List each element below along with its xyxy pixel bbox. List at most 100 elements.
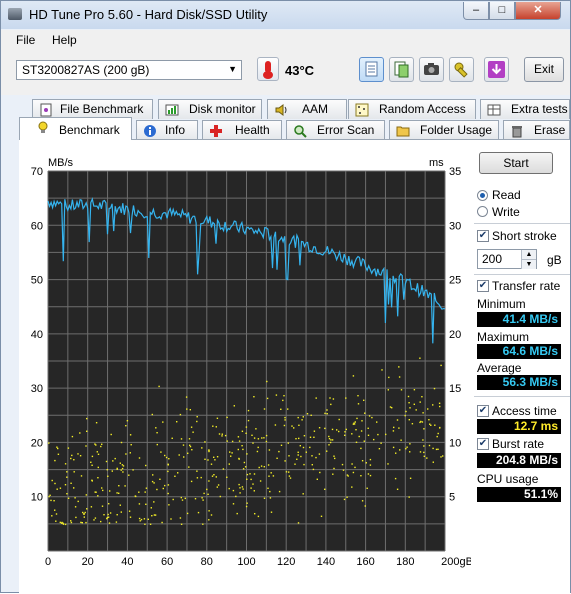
access-time-point bbox=[428, 419, 430, 421]
short-stroke-spinner[interactable]: 200 ▲ ▼ bbox=[477, 249, 537, 269]
write-radio[interactable] bbox=[477, 206, 488, 217]
x-tick-label: 120 bbox=[277, 556, 295, 568]
access-time-point bbox=[242, 448, 244, 451]
y-right-tick-label: 10 bbox=[449, 437, 461, 449]
maximum-value: 64.6 MB/s bbox=[477, 344, 561, 359]
access-time-point bbox=[151, 515, 153, 517]
access-time-point bbox=[361, 500, 364, 502]
access-time-point bbox=[186, 512, 189, 515]
access-time-point bbox=[293, 427, 295, 429]
access-time-point bbox=[274, 424, 277, 426]
minimum-value: 41.4 MB/s bbox=[477, 312, 561, 327]
access-time-point bbox=[132, 469, 134, 471]
access-time-point bbox=[206, 488, 208, 491]
access-time-point bbox=[351, 463, 353, 465]
access-time-point bbox=[355, 429, 357, 431]
cpu-usage-value: 51.1% bbox=[477, 487, 561, 502]
access-time-point bbox=[423, 445, 425, 447]
access-time-point bbox=[352, 375, 355, 377]
access-time-point bbox=[316, 478, 318, 480]
access-time-checkbox[interactable]: ✔ bbox=[477, 405, 489, 417]
access-time-point bbox=[106, 517, 108, 520]
access-time-point bbox=[275, 394, 278, 396]
access-time-point bbox=[297, 416, 299, 419]
short-stroke-checkbox[interactable]: ✔ bbox=[477, 230, 489, 242]
access-time-point bbox=[437, 432, 439, 435]
save-button[interactable] bbox=[484, 57, 509, 82]
table-icon bbox=[487, 104, 501, 116]
start-button[interactable]: Start bbox=[479, 152, 553, 174]
access-time-point bbox=[388, 376, 390, 379]
access-time-point bbox=[67, 497, 70, 499]
access-time-point bbox=[103, 514, 105, 516]
transfer-rate-checkbox[interactable]: ✔ bbox=[477, 280, 489, 292]
access-time-point bbox=[108, 503, 110, 505]
access-time-point bbox=[385, 433, 387, 436]
access-time-point bbox=[207, 493, 209, 495]
access-time-point bbox=[245, 426, 248, 428]
read-radio[interactable] bbox=[477, 190, 488, 201]
tab-benchmark[interactable]: Benchmark bbox=[19, 117, 132, 140]
maximize-button[interactable]: □ bbox=[489, 2, 515, 20]
access-time-point bbox=[239, 487, 241, 489]
access-time-point bbox=[433, 387, 436, 390]
access-time-point bbox=[297, 451, 299, 453]
access-time-point bbox=[267, 487, 269, 489]
tab-erase[interactable]: Erase bbox=[503, 120, 570, 140]
access-time-point bbox=[201, 497, 203, 499]
access-time-point bbox=[180, 496, 182, 499]
transfer-rate-label: Transfer rate bbox=[492, 279, 561, 293]
access-time-point bbox=[427, 408, 429, 410]
access-time-point bbox=[196, 477, 199, 479]
access-time-point bbox=[83, 516, 85, 518]
access-time-point bbox=[135, 495, 137, 498]
close-button[interactable]: ✕ bbox=[515, 2, 561, 20]
exit-button[interactable]: Exit bbox=[524, 57, 564, 82]
access-time-point bbox=[344, 431, 346, 433]
access-time-point bbox=[236, 512, 238, 515]
access-time-point bbox=[238, 483, 240, 486]
access-time-point bbox=[391, 407, 393, 409]
access-time-point bbox=[208, 519, 210, 521]
access-time-point bbox=[237, 436, 240, 438]
benchmark-chart: MB/s ms 7060504030201035302520151050 20 40… bbox=[31, 157, 471, 568]
access-time-point bbox=[411, 423, 414, 425]
access-time-point bbox=[164, 454, 166, 457]
access-time-point bbox=[208, 449, 210, 451]
tab-extra-tests[interactable]: Extra tests bbox=[480, 99, 570, 119]
access-time-point bbox=[355, 441, 358, 443]
access-time-point bbox=[79, 455, 82, 457]
access-time-point bbox=[442, 455, 444, 457]
access-time-point bbox=[367, 473, 370, 475]
write-label: Write bbox=[492, 205, 520, 219]
access-time-point bbox=[126, 420, 129, 422]
spin-up-icon[interactable]: ▲ bbox=[521, 250, 536, 259]
access-time-point bbox=[138, 503, 141, 505]
access-time-point bbox=[408, 496, 410, 498]
access-time-point bbox=[296, 458, 298, 460]
access-time-point bbox=[105, 460, 108, 463]
short-stroke-unit: gB bbox=[547, 253, 562, 267]
access-time-point bbox=[107, 475, 109, 477]
access-time-point bbox=[182, 444, 185, 446]
access-time-point bbox=[434, 424, 436, 426]
access-time-point bbox=[218, 433, 221, 435]
access-time-point bbox=[245, 505, 248, 508]
burst-rate-checkbox[interactable]: ✔ bbox=[477, 438, 489, 450]
access-time-point bbox=[203, 492, 205, 495]
access-time-point bbox=[318, 453, 321, 455]
access-time-point bbox=[341, 463, 344, 466]
access-time-point bbox=[280, 444, 283, 446]
burst-rate-value: 204.8 MB/s bbox=[477, 453, 561, 468]
access-time-point bbox=[108, 522, 111, 524]
access-time-point bbox=[387, 463, 389, 465]
spin-down-icon[interactable]: ▼ bbox=[521, 259, 536, 269]
access-time-point bbox=[338, 430, 340, 433]
access-time-point bbox=[74, 497, 76, 499]
access-time-point bbox=[102, 489, 104, 492]
access-time-point bbox=[311, 455, 313, 457]
access-time-point bbox=[360, 430, 363, 432]
access-time-point bbox=[361, 420, 363, 422]
access-time-point bbox=[164, 484, 166, 487]
access-time-point bbox=[156, 443, 158, 446]
